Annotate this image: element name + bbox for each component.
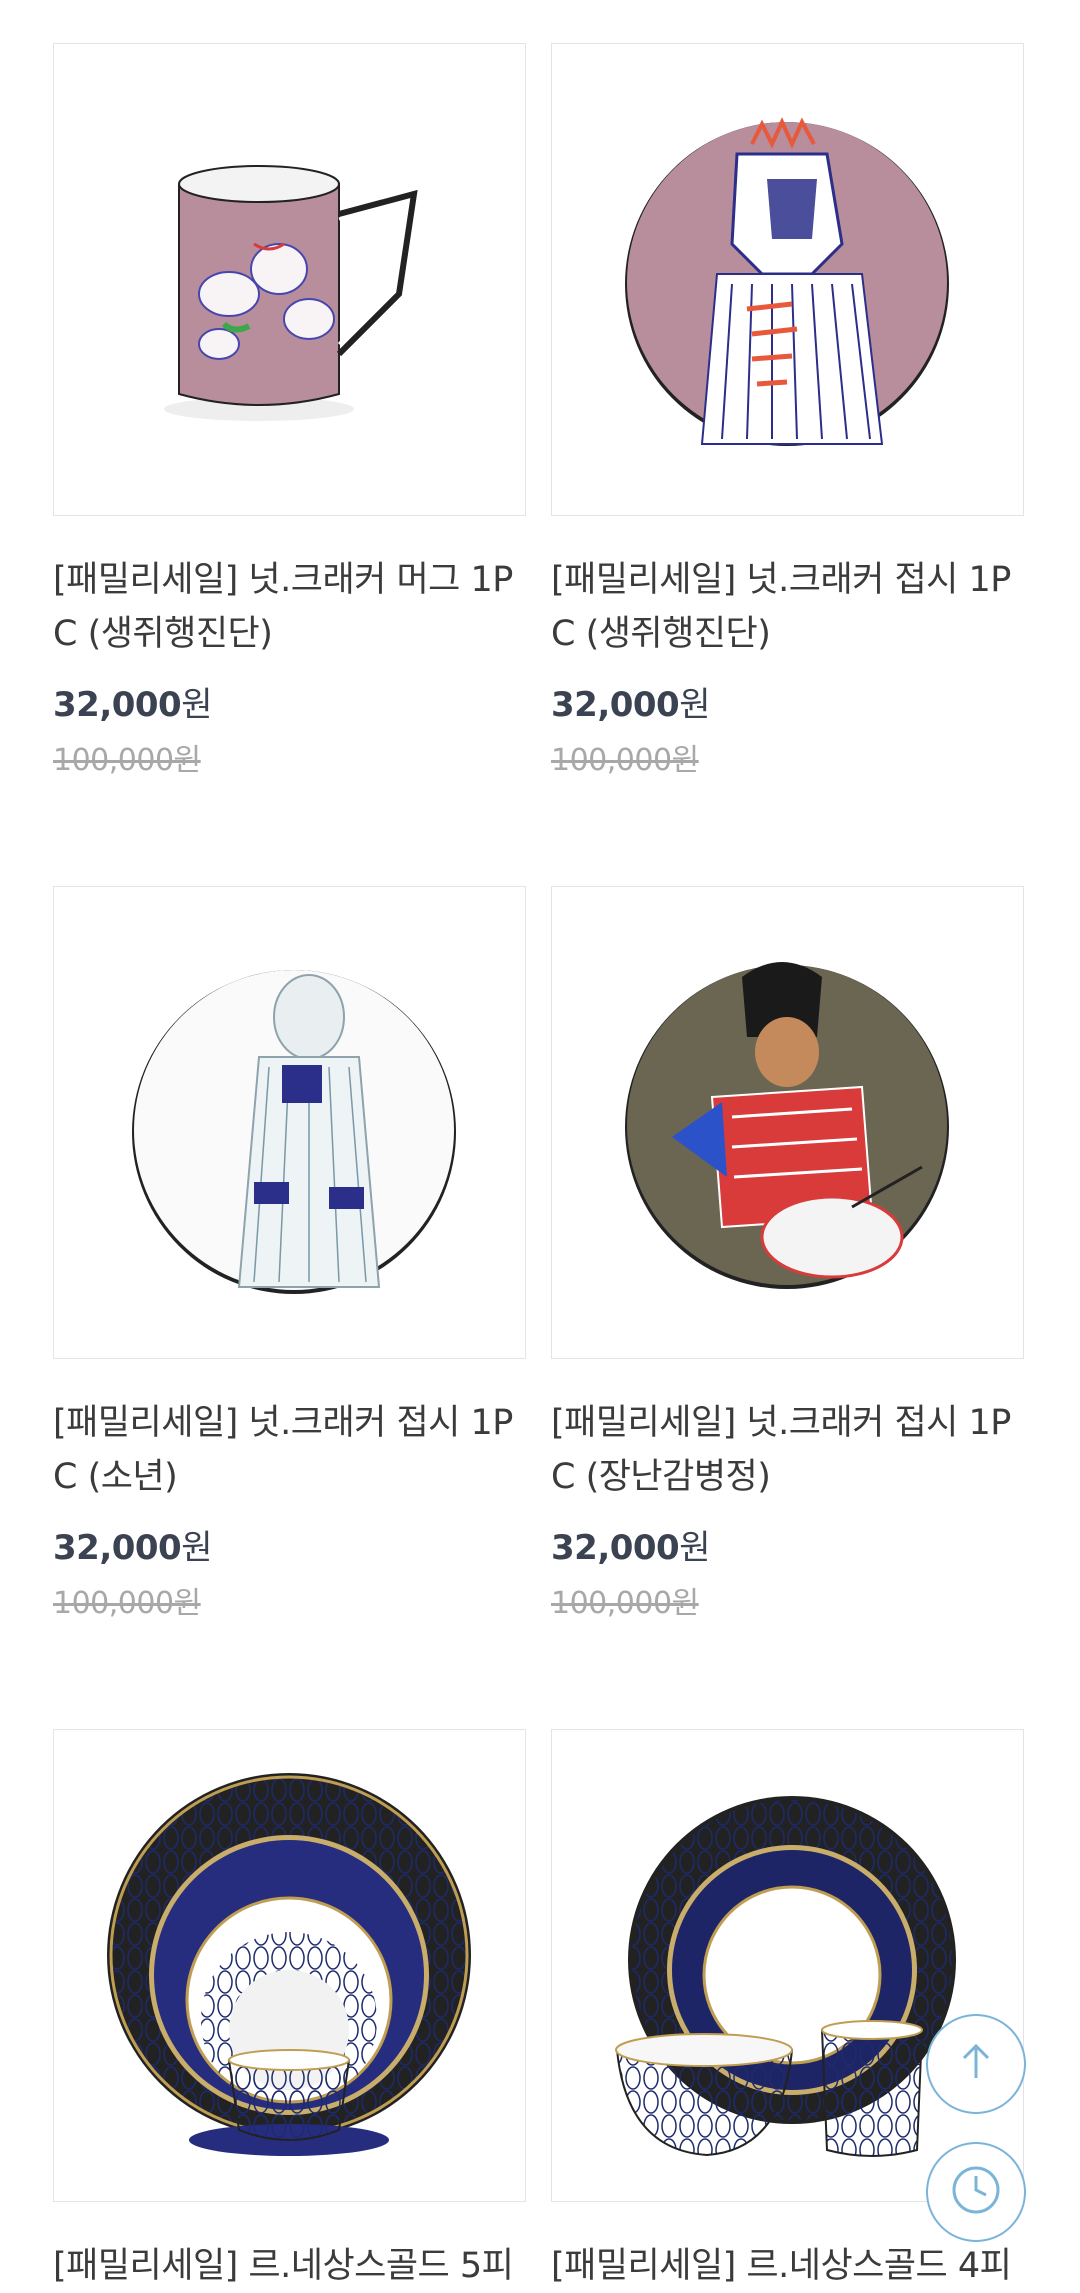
product-title[interactable]: [패밀리세일] 르.네상스골드 5피	[53, 2239, 533, 2293]
plate-soldier-image[interactable]	[551, 886, 1024, 1359]
clock-icon	[948, 2162, 1004, 2222]
scroll-to-top-button[interactable]	[926, 2014, 1026, 2114]
plate-boy-image[interactable]	[53, 886, 526, 1359]
renaissance-4pc-image[interactable]	[551, 1729, 1024, 2202]
product-title[interactable]: [패밀리세일] 넛.크래커 접시 1PC (생쥐행진단)	[551, 553, 1031, 661]
product-title[interactable]: [패밀리세일] 넛.크래커 접시 1PC (소년)	[53, 1396, 533, 1504]
original-price: 100,000원	[551, 743, 699, 778]
original-price: 100,000원	[551, 1586, 699, 1621]
product-title[interactable]: [패밀리세일] 넛.크래커 접시 1PC (장난감병정)	[551, 1396, 1031, 1504]
product-title[interactable]: [패밀리세일] 르.네상스골드 4피	[551, 2239, 1031, 2293]
recently-viewed-button[interactable]	[926, 2142, 1026, 2242]
renaissance-5pc-image[interactable]	[53, 1729, 526, 2202]
sale-price: 32,000원	[551, 1528, 710, 1568]
product-title[interactable]: [패밀리세일] 넛.크래커 머그 1PC (생쥐행진단)	[53, 553, 533, 661]
original-price: 100,000원	[53, 1586, 201, 1621]
arrow-up-icon	[952, 2038, 1000, 2090]
original-price: 100,000원	[53, 743, 201, 778]
sale-price: 32,000원	[551, 685, 710, 725]
plate-mouse-image[interactable]	[551, 43, 1024, 516]
mug-mice-image[interactable]	[53, 43, 526, 516]
sale-price: 32,000원	[53, 1528, 212, 1568]
sale-price: 32,000원	[53, 685, 212, 725]
